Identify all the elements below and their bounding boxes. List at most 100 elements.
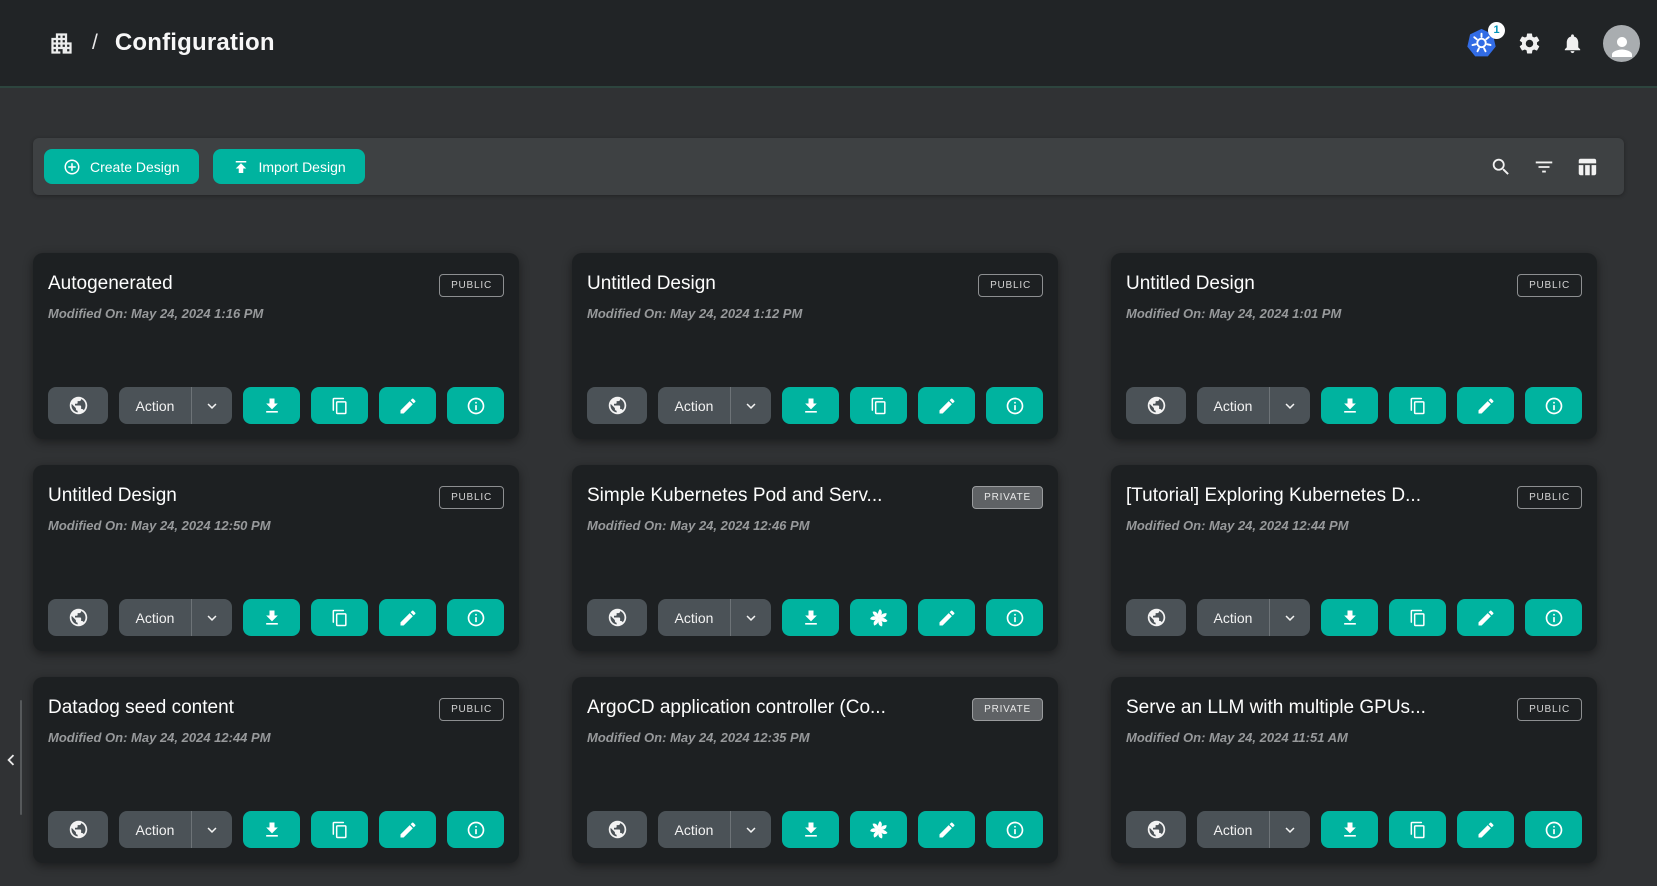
edit-button[interactable] bbox=[918, 599, 975, 636]
sidebar-expand-button[interactable] bbox=[0, 738, 22, 782]
edit-button[interactable] bbox=[918, 811, 975, 848]
caret-down-icon[interactable] bbox=[731, 387, 771, 424]
filter-button[interactable] bbox=[1533, 156, 1555, 178]
clone-button[interactable] bbox=[1389, 387, 1446, 424]
clone-button[interactable] bbox=[311, 599, 368, 636]
clone-button[interactable] bbox=[1389, 811, 1446, 848]
info-button[interactable] bbox=[447, 387, 504, 424]
edit-button[interactable] bbox=[1457, 387, 1514, 424]
import-design-button[interactable]: Import Design bbox=[213, 149, 365, 184]
edit-button[interactable] bbox=[1457, 599, 1514, 636]
organization-icon[interactable] bbox=[48, 30, 75, 57]
action-dropdown[interactable]: Action bbox=[1197, 387, 1310, 424]
action-dropdown[interactable]: Action bbox=[1197, 599, 1310, 636]
info-button[interactable] bbox=[447, 811, 504, 848]
download-button[interactable] bbox=[243, 387, 300, 424]
visibility-globe-button[interactable] bbox=[587, 811, 647, 848]
info-button[interactable] bbox=[447, 599, 504, 636]
download-icon bbox=[1340, 820, 1360, 840]
caret-down-icon[interactable] bbox=[192, 387, 232, 424]
action-dropdown[interactable]: Action bbox=[658, 387, 771, 424]
info-button[interactable] bbox=[986, 599, 1043, 636]
caret-down-icon[interactable] bbox=[731, 811, 771, 848]
download-icon bbox=[801, 820, 821, 840]
visibility-globe-button[interactable] bbox=[1126, 811, 1186, 848]
edit-button[interactable] bbox=[379, 811, 436, 848]
visibility-badge: PRIVATE bbox=[972, 486, 1043, 509]
design-title: Simple Kubernetes Pod and Serv... bbox=[587, 485, 882, 507]
caret-down-icon[interactable] bbox=[1270, 811, 1310, 848]
visibility-globe-button[interactable] bbox=[587, 599, 647, 636]
info-icon bbox=[1544, 396, 1564, 416]
caret-down-icon[interactable] bbox=[192, 599, 232, 636]
clone-button[interactable] bbox=[850, 387, 907, 424]
table-view-icon bbox=[1576, 156, 1598, 178]
globe-icon bbox=[68, 819, 89, 840]
user-avatar[interactable] bbox=[1603, 25, 1640, 62]
search-button[interactable] bbox=[1490, 156, 1512, 178]
visibility-globe-button[interactable] bbox=[48, 599, 108, 636]
caret-down-icon[interactable] bbox=[731, 599, 771, 636]
globe-icon bbox=[607, 819, 628, 840]
info-icon bbox=[1005, 608, 1025, 628]
download-button[interactable] bbox=[782, 811, 839, 848]
info-button[interactable] bbox=[986, 811, 1043, 848]
clone-button[interactable] bbox=[1389, 599, 1446, 636]
caret-down-icon[interactable] bbox=[192, 811, 232, 848]
card-actions: Action bbox=[48, 811, 504, 848]
caret-down-icon[interactable] bbox=[1270, 387, 1310, 424]
visibility-globe-button[interactable] bbox=[48, 387, 108, 424]
copy-icon bbox=[1408, 608, 1428, 628]
info-button[interactable] bbox=[1525, 387, 1582, 424]
kubernetes-context-button[interactable]: 1 bbox=[1465, 27, 1498, 60]
download-button[interactable] bbox=[782, 387, 839, 424]
clone-button[interactable] bbox=[311, 811, 368, 848]
action-dropdown-label: Action bbox=[658, 387, 730, 424]
action-dropdown[interactable]: Action bbox=[1197, 811, 1310, 848]
info-button[interactable] bbox=[1525, 811, 1582, 848]
edit-button[interactable] bbox=[918, 387, 975, 424]
modified-on-text: Modified On: May 24, 2024 1:01 PM bbox=[1126, 306, 1582, 321]
visibility-globe-button[interactable] bbox=[587, 387, 647, 424]
visibility-globe-button[interactable] bbox=[1126, 599, 1186, 636]
copy-icon bbox=[1408, 396, 1428, 416]
action-dropdown[interactable]: Action bbox=[119, 387, 232, 424]
info-button[interactable] bbox=[1525, 599, 1582, 636]
table-view-button[interactable] bbox=[1576, 156, 1598, 178]
modified-on-text: Modified On: May 24, 2024 12:44 PM bbox=[48, 730, 504, 745]
action-dropdown[interactable]: Action bbox=[658, 599, 771, 636]
edit-button[interactable] bbox=[1457, 811, 1514, 848]
kanvas-button[interactable] bbox=[850, 599, 907, 636]
download-button[interactable] bbox=[1321, 387, 1378, 424]
download-button[interactable] bbox=[1321, 811, 1378, 848]
design-title: Untitled Design bbox=[587, 273, 716, 295]
globe-icon bbox=[1146, 607, 1167, 628]
action-dropdown[interactable]: Action bbox=[119, 811, 232, 848]
visibility-badge: PUBLIC bbox=[439, 274, 504, 297]
clone-button[interactable] bbox=[311, 387, 368, 424]
kanvas-swirl-icon bbox=[868, 607, 890, 629]
create-design-button[interactable]: Create Design bbox=[44, 149, 199, 184]
visibility-globe-button[interactable] bbox=[48, 811, 108, 848]
download-button[interactable] bbox=[243, 811, 300, 848]
download-button[interactable] bbox=[1321, 599, 1378, 636]
settings-button[interactable] bbox=[1517, 31, 1542, 56]
caret-down-icon[interactable] bbox=[1270, 599, 1310, 636]
action-dropdown[interactable]: Action bbox=[658, 811, 771, 848]
globe-icon bbox=[607, 395, 628, 416]
action-dropdown[interactable]: Action bbox=[119, 599, 232, 636]
gear-icon bbox=[1517, 31, 1542, 56]
info-icon bbox=[466, 820, 486, 840]
edit-button[interactable] bbox=[379, 387, 436, 424]
edit-button[interactable] bbox=[379, 599, 436, 636]
edit-icon bbox=[1476, 396, 1496, 416]
notifications-button[interactable] bbox=[1561, 32, 1584, 55]
download-button[interactable] bbox=[782, 599, 839, 636]
kanvas-button[interactable] bbox=[850, 811, 907, 848]
info-icon bbox=[1544, 608, 1564, 628]
design-title: ArgoCD application controller (Co... bbox=[587, 697, 886, 719]
visibility-globe-button[interactable] bbox=[1126, 387, 1186, 424]
download-button[interactable] bbox=[243, 599, 300, 636]
edit-icon bbox=[1476, 820, 1496, 840]
info-button[interactable] bbox=[986, 387, 1043, 424]
